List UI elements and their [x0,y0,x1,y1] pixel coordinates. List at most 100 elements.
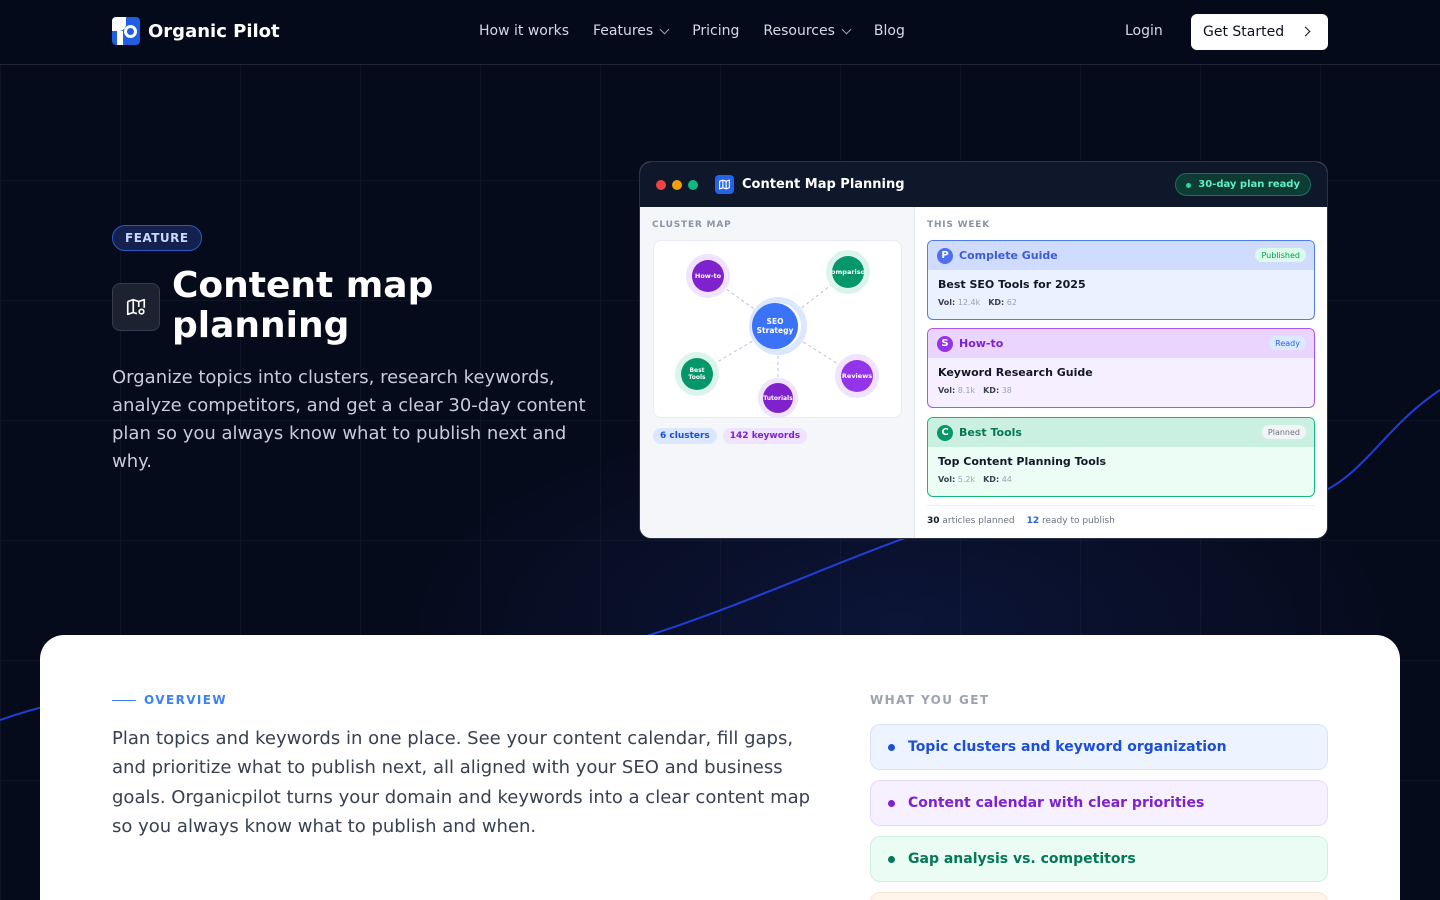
cluster-stats: 6 clusters 142 keywords [653,428,808,444]
overview-text: Plan topics and keywords in one place. S… [112,728,811,837]
task-header: C Best Tools Planned [928,418,1314,447]
map-icon [715,175,734,194]
plan-status-pill: 30-day plan ready [1175,173,1311,196]
status-badge: Published [1255,248,1306,262]
ready-to-publish-stat: 12 ready to publish [1027,516,1115,526]
main-menu: How it works Features Pricing Resources … [479,23,905,39]
kd-label: KD: [983,475,1000,484]
kd-label: KD: [983,386,1000,395]
cluster-node-how-to[interactable]: How-to [692,260,724,292]
overview-section: OVERVIEW Plan topics and keywords in one… [40,635,1400,900]
hero-description: Organize topics into clusters, research … [112,367,586,472]
chevron-down-icon [659,24,670,34]
status-badge: Ready [1269,336,1306,350]
label-divider [112,699,136,701]
this-week-panel: THIS WEEK P Complete Guide Published Bes… [915,207,1327,538]
feature-badge: FEATURE [112,225,202,251]
benefit-item: Topic clusters and keyword organization [870,724,1328,770]
volume-value: 8.1k [957,386,976,395]
window-minimize-dot [672,180,682,190]
nav-pricing[interactable]: Pricing [692,23,739,39]
task-type-letter: C [937,424,953,441]
task-title: Top Content Planning Tools [938,455,1107,468]
nav-label: Resources [763,23,835,39]
task-metrics: Vol: 5.2k KD: 44 [938,475,1012,484]
plan-summary: 30 articles planned 12 ready to publish [927,505,1315,526]
logo-icon [112,17,140,45]
kd-label: KD: [988,298,1005,307]
kd-metric: KD: 62 [988,298,1017,307]
task-category: How-to [959,337,1004,350]
volume-value: 12.4k [957,298,981,307]
volume-value: 5.2k [957,475,976,484]
cluster-node-reviews[interactable]: Reviews [841,360,873,392]
get-started-button[interactable]: Get Started [1191,14,1328,50]
map-pin-icon [112,283,160,331]
benefit-item: Gap analysis vs. competitors [870,836,1328,882]
task-title: Keyword Research Guide [938,366,1093,379]
cluster-node-best-tools[interactable]: Best Tools [681,358,713,390]
kd-value: 38 [1001,386,1012,395]
volume-label: Vol: [938,298,956,307]
window-close-dot [656,180,666,190]
benefit-item-partial [870,892,1328,900]
kd-value: 62 [1006,298,1017,307]
task-type-letter: S [937,335,953,352]
overview-label: OVERVIEW [112,693,227,707]
brand-logo[interactable]: Organic Pilot [112,17,280,45]
task-type-letter: P [937,247,953,264]
benefit-item: Content calendar with clear priorities [870,780,1328,826]
task-metrics: Vol: 8.1k KD: 38 [938,386,1012,395]
ready-count: 12 [1026,516,1040,526]
task-category: Best Tools [959,426,1022,439]
keywords-count-chip: 142 keywords [722,428,808,444]
preview-title: Content Map Planning [742,177,905,192]
nav-label: Blog [873,23,905,39]
nav-features[interactable]: Features [593,23,670,39]
volume-metric: Vol: 12.4k [938,298,980,307]
chevron-right-icon [1300,26,1311,37]
cluster-node-tutorials[interactable]: Tutorials [763,383,793,413]
cluster-node-center[interactable]: SEO Strategy [752,303,798,349]
task-metrics: Vol: 12.4k KD: 62 [938,298,1017,307]
cluster-map-panel: CLUSTER MAP SEO Strategy How-to mparis B… [640,207,915,538]
task-card[interactable]: C Best Tools Planned Top Content Plannin… [927,417,1315,497]
task-card[interactable]: P Complete Guide Published Best SEO Tool… [927,240,1315,320]
nav-resources[interactable]: Resources [763,23,852,39]
planned-text: articles planned [942,516,1015,526]
task-category: Complete Guide [959,249,1058,262]
kd-metric: KD: 44 [983,475,1012,484]
status-badge: Planned [1261,425,1306,439]
kd-value: 44 [1001,475,1012,484]
volume-metric: Vol: 8.1k [938,386,975,395]
volume-metric: Vol: 5.2k [938,475,975,484]
nav-blog[interactable]: Blog [874,23,905,39]
overview-label-text: OVERVIEW [144,693,227,707]
cluster-map: SEO Strategy How-to Comparison Best Tool… [653,240,902,418]
task-header: P Complete Guide Published [928,241,1314,270]
window-maximize-dot [688,180,698,190]
chevron-down-icon [841,24,852,34]
nav-label: How it works [479,23,569,39]
clusters-count-chip: 6 clusters [653,428,717,444]
preview-header: Content Map Planning 30-day plan ready [640,162,1327,207]
kd-metric: KD: 38 [983,386,1012,395]
task-header: S How-to Ready [928,329,1314,358]
task-title: Best SEO Tools for 2025 [938,278,1086,291]
brand-name: Organic Pilot [148,20,280,42]
volume-label: Vol: [938,475,956,484]
articles-planned-stat: 30 articles planned [927,516,1015,526]
this-week-label: THIS WEEK [927,220,991,230]
nav-how-it-works[interactable]: How it works [479,23,569,39]
login-link[interactable]: Login [1125,23,1163,39]
get-started-label: Get Started [1203,24,1285,40]
nav-label: Features [593,23,654,39]
what-you-get-label: WHAT YOU GET [870,693,990,707]
planned-count: 30 [927,516,940,526]
nav-label: Pricing [692,23,740,39]
top-nav: Organic Pilot How it works Features Pric… [0,0,1440,65]
cluster-node-comparison[interactable]: Comparison [832,256,864,288]
task-card[interactable]: S How-to Ready Keyword Research Guide Vo… [927,328,1315,408]
page-title: Content map planning [172,265,434,346]
ready-text: ready to publish [1041,516,1115,526]
